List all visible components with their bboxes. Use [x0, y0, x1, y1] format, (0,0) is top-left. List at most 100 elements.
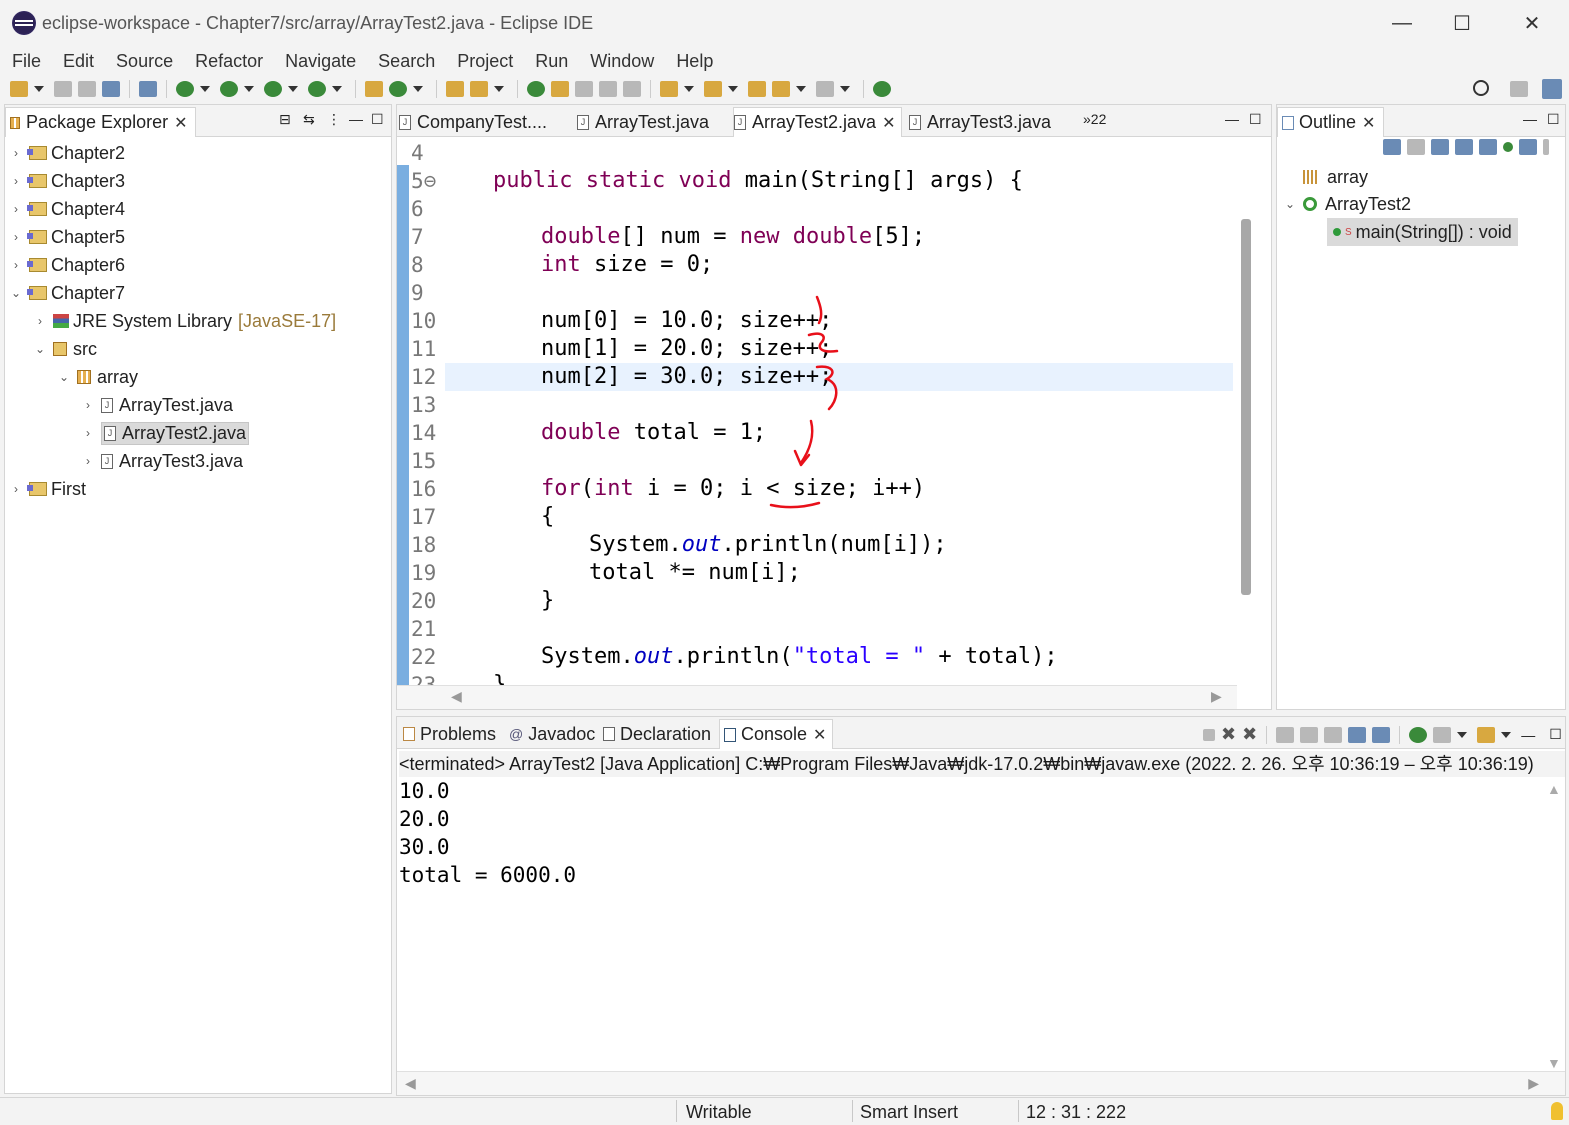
tab-arraytest[interactable]: J ArrayTest.java	[577, 107, 709, 137]
pin-console-icon[interactable]	[1409, 726, 1428, 743]
menu-edit[interactable]: Edit	[63, 51, 94, 72]
chevron-right-icon[interactable]: ›	[9, 174, 23, 188]
chevron-down-icon[interactable]	[34, 86, 44, 92]
vertical-scrollbar[interactable]	[1241, 219, 1251, 595]
remove-all-launches-icon[interactable]: ✖	[1242, 724, 1257, 745]
menu-file[interactable]: File	[12, 51, 41, 72]
last-edit-icon[interactable]	[748, 81, 766, 97]
chevron-down-icon[interactable]	[728, 86, 738, 92]
maximize-button[interactable]: ☐	[1432, 8, 1492, 38]
scroll-up-icon[interactable]: ▲	[1547, 781, 1561, 797]
console-horizontal-scrollbar[interactable]: ◀ ▶	[397, 1071, 1565, 1095]
scroll-left-icon[interactable]: ◀	[405, 1075, 416, 1092]
chevron-right-icon[interactable]: ›	[9, 258, 23, 272]
scroll-down-icon[interactable]: ▼	[1547, 1055, 1561, 1071]
scroll-lock-icon[interactable]	[1300, 726, 1319, 743]
hide-non-public-icon[interactable]	[1479, 139, 1497, 155]
view-menu-icon[interactable]	[1543, 139, 1549, 155]
run-icon[interactable]	[220, 81, 238, 97]
open-type-icon[interactable]	[446, 81, 464, 97]
previous-annotation-icon[interactable]	[704, 81, 722, 97]
remove-launch-icon[interactable]: ✖	[1221, 724, 1236, 745]
console-vertical-scrollbar[interactable]: ▲ ▼	[1543, 781, 1563, 1071]
minimize-view-icon[interactable]: —	[1225, 111, 1239, 127]
selected-item[interactable]: J ArrayTest2.java	[101, 421, 250, 445]
tab-companytest[interactable]: J CompanyTest....	[399, 107, 547, 137]
menu-search[interactable]: Search	[378, 51, 435, 72]
search-icon[interactable]	[1473, 80, 1489, 96]
debug-icon[interactable]	[176, 81, 194, 97]
scroll-right-icon[interactable]: ▶	[1528, 1075, 1539, 1092]
chevron-down-icon[interactable]	[1457, 731, 1468, 738]
tab-package-explorer[interactable]: Package Explorer ✕	[5, 107, 197, 137]
maximize-view-icon[interactable]: ☐	[1549, 726, 1562, 743]
chevron-right-icon[interactable]: ›	[81, 398, 95, 412]
save-icon[interactable]	[54, 81, 72, 97]
tab-overflow-button[interactable]: »22	[1083, 111, 1106, 127]
hide-fields-icon[interactable]	[1431, 139, 1449, 155]
pin-editor-icon[interactable]	[873, 81, 891, 97]
status-cursor-position[interactable]: 12 : 31 : 222	[1026, 1100, 1126, 1124]
tree-item-chapter2[interactable]: › Chapter2	[9, 139, 125, 167]
chevron-down-icon[interactable]	[200, 86, 210, 92]
collapse-all-icon[interactable]	[1407, 139, 1425, 155]
tab-javadoc[interactable]: @ Javadoc	[507, 719, 595, 749]
chevron-down-icon[interactable]: ⌄	[9, 286, 23, 300]
tree-item-arraytest2[interactable]: › J ArrayTest2.java	[81, 419, 250, 447]
chevron-right-icon[interactable]: ›	[9, 146, 23, 160]
minimize-button[interactable]: —	[1372, 8, 1432, 38]
coverage-icon[interactable]	[264, 81, 282, 97]
toggle-breadcrumb-icon[interactable]	[527, 81, 545, 97]
new-package-icon[interactable]	[365, 81, 383, 97]
chevron-down-icon[interactable]	[244, 86, 254, 92]
chevron-right-icon[interactable]: ›	[9, 230, 23, 244]
tree-item-src[interactable]: ⌄ src	[33, 335, 97, 363]
java-perspective-icon[interactable]	[1542, 79, 1562, 99]
link-with-editor-icon[interactable]	[1519, 139, 1537, 155]
chevron-down-icon[interactable]	[796, 86, 806, 92]
code-area[interactable]: 4 5⊖ public static void main(String[] arg…	[397, 139, 1233, 685]
outline-item-method[interactable]: S main(String[]) : void	[1327, 218, 1518, 246]
close-icon[interactable]: ✕	[174, 113, 187, 133]
word-wrap-icon[interactable]	[599, 81, 617, 97]
chevron-right-icon[interactable]: ›	[9, 202, 23, 216]
link-editor-icon[interactable]: ⇆	[303, 111, 315, 128]
open-perspective-icon[interactable]	[1510, 81, 1528, 97]
tree-item-chapter5[interactable]: › Chapter5	[9, 223, 125, 251]
tab-arraytest3[interactable]: J ArrayTest3.java	[909, 107, 1051, 137]
skip-breakpoints-icon[interactable]	[139, 81, 157, 97]
tree-item-arraytest[interactable]: › J ArrayTest.java	[81, 391, 233, 419]
menu-help[interactable]: Help	[676, 51, 713, 72]
tree-item-chapter3[interactable]: › Chapter3	[9, 167, 125, 195]
chevron-right-icon[interactable]: ›	[81, 426, 95, 440]
tab-arraytest2[interactable]: J ArrayTest2.java ✕	[733, 107, 903, 137]
terminal-icon[interactable]	[102, 81, 120, 97]
tree-item-array-package[interactable]: ⌄ array	[57, 363, 138, 391]
show-stdout-icon[interactable]	[1348, 726, 1367, 743]
menu-navigate[interactable]: Navigate	[285, 51, 356, 72]
scroll-right-icon[interactable]: ▶	[1211, 688, 1222, 705]
sort-icon[interactable]	[1383, 139, 1401, 155]
maximize-view-icon[interactable]: ☐	[371, 111, 384, 128]
menu-project[interactable]: Project	[457, 51, 513, 72]
tree-item-jre-library[interactable]: › JRE System Library [JavaSE-17]	[33, 307, 336, 335]
close-button[interactable]: ✕	[1502, 8, 1562, 38]
tree-item-arraytest3[interactable]: › J ArrayTest3.java	[81, 447, 243, 475]
close-icon[interactable]: ✕	[1362, 113, 1375, 133]
tree-item-chapter7[interactable]: ⌄ Chapter7	[9, 279, 125, 307]
maximize-view-icon[interactable]: ☐	[1249, 111, 1262, 128]
block-selection-icon[interactable]	[575, 81, 593, 97]
external-tools-icon[interactable]	[308, 81, 326, 97]
open-task-icon[interactable]	[470, 81, 488, 97]
back-icon[interactable]	[772, 81, 790, 97]
tip-lightbulb-icon[interactable]	[1551, 1102, 1563, 1120]
chevron-down-icon[interactable]	[288, 86, 298, 92]
show-whitespace-icon[interactable]	[623, 81, 641, 97]
outline-item-class[interactable]: ⌄ ArrayTest2	[1283, 190, 1411, 218]
hide-local-types-icon[interactable]	[1503, 142, 1513, 152]
tree-item-chapter6[interactable]: › Chapter6	[9, 251, 125, 279]
hide-static-icon[interactable]	[1455, 139, 1473, 155]
horizontal-scrollbar[interactable]: ◀ ▶	[397, 685, 1237, 709]
chevron-down-icon[interactable]	[332, 86, 342, 92]
minimize-view-icon[interactable]: —	[349, 111, 363, 127]
